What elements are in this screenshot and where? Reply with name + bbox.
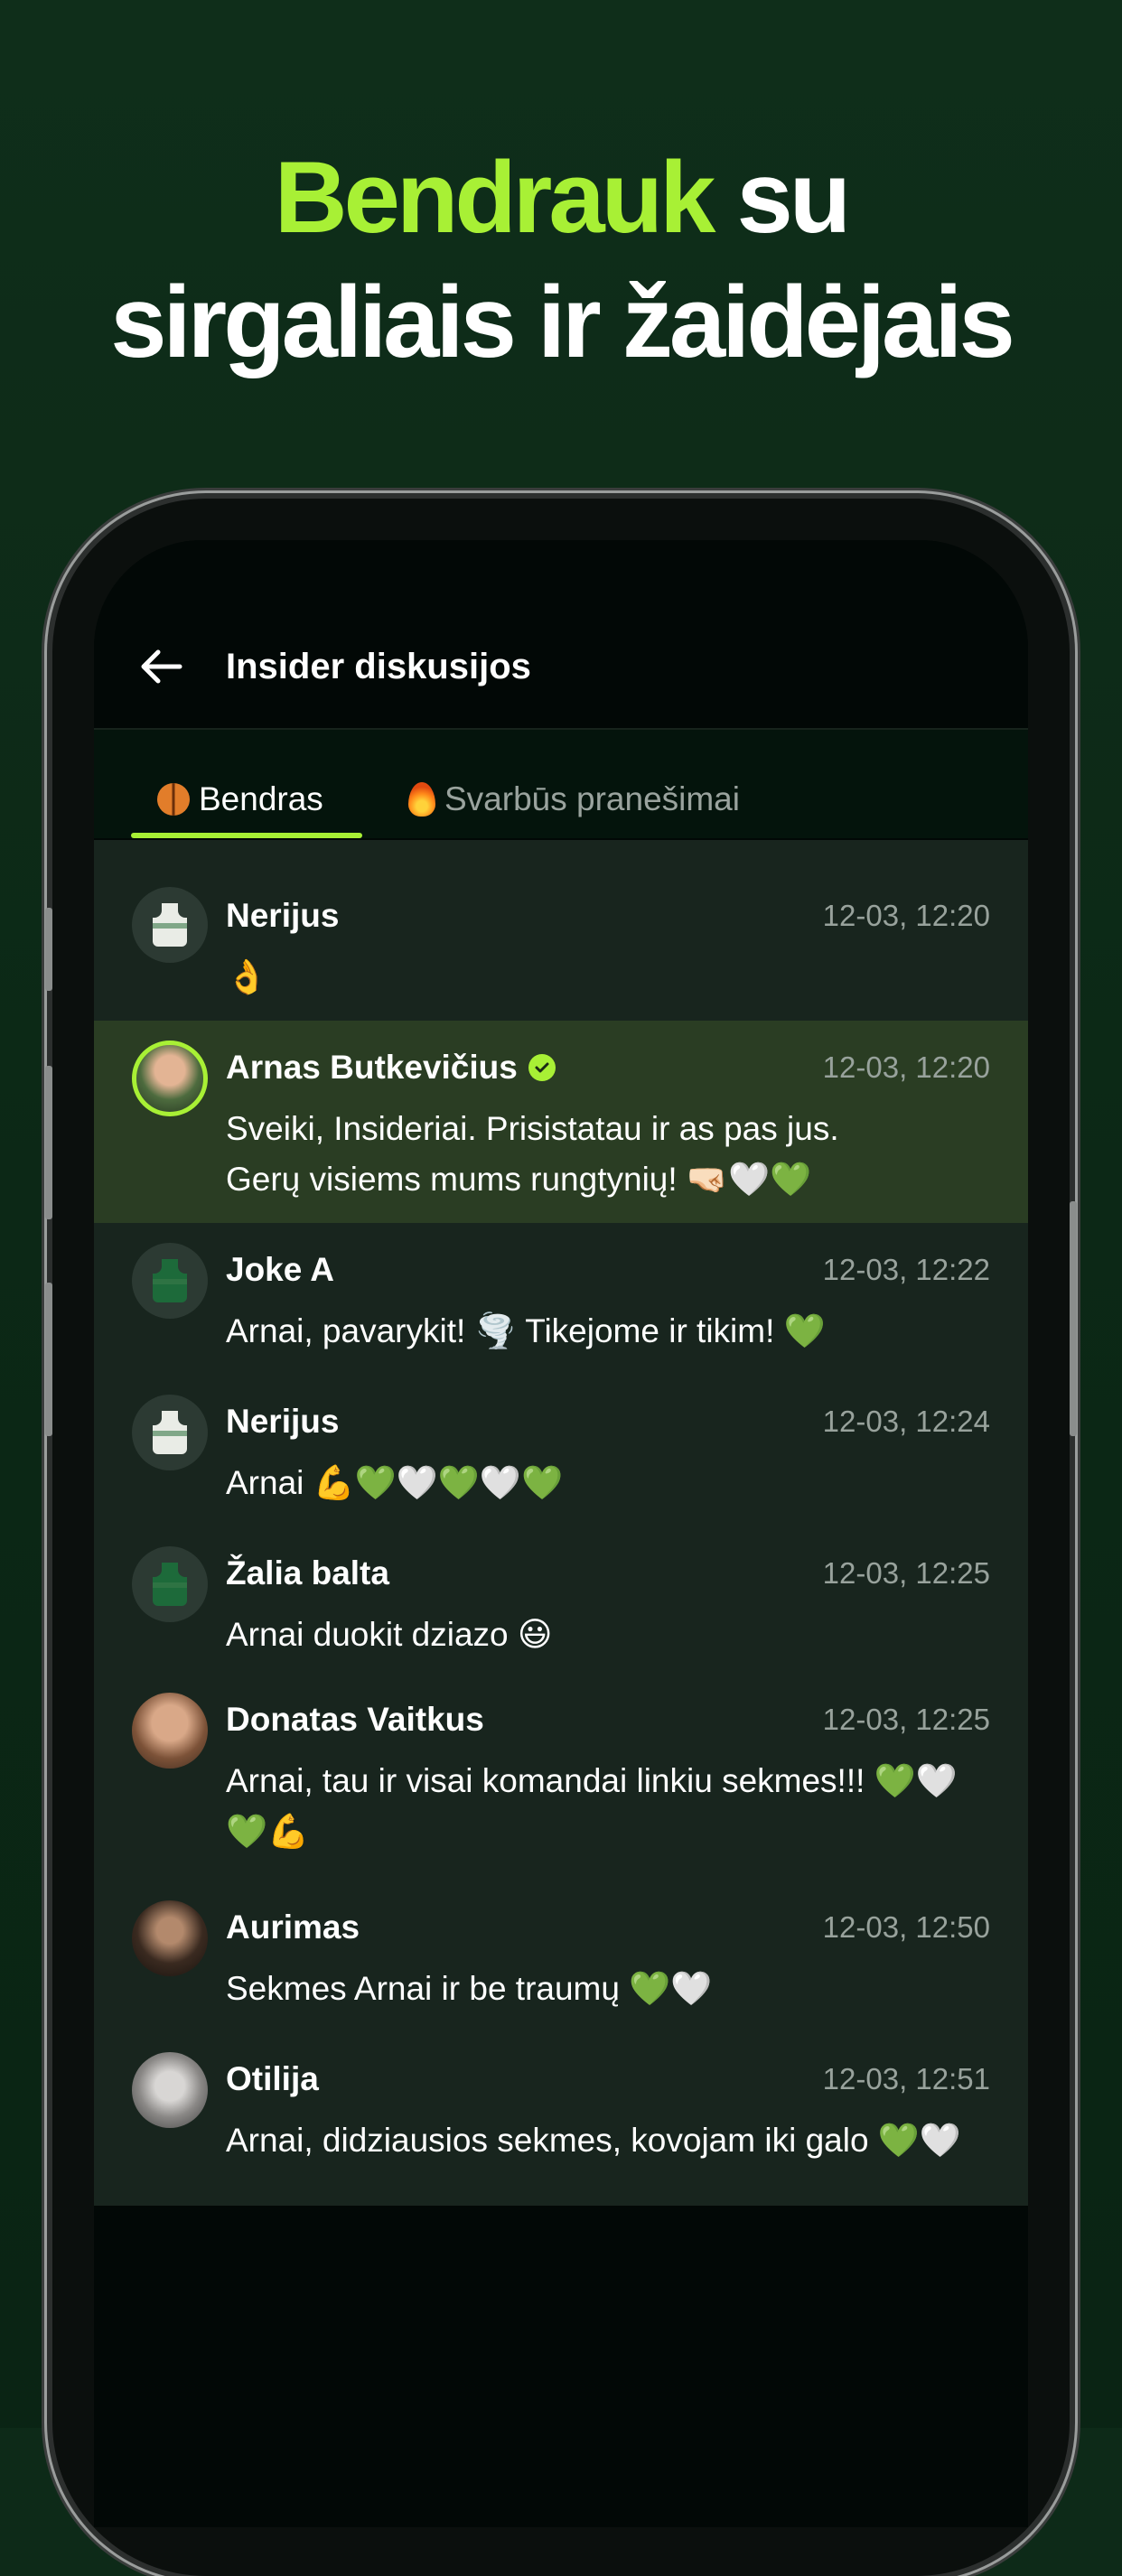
tab-label: Bendras (199, 780, 323, 817)
page-title: Insider diskusijos (226, 647, 531, 686)
tab-label: Svarbūs pranešimai (444, 780, 740, 817)
message-author[interactable]: Nerijus (226, 894, 339, 938)
message-text: Sveiki, Insideriai. Prisistatau ir as pa… (226, 1110, 839, 1198)
message-author[interactable]: Donatas Vaitkus (226, 1698, 484, 1741)
message-text: Arnai, didziausios sekmes, kovojam iki g… (226, 2122, 961, 2159)
message-item[interactable]: Nerijus 12-03, 12:24 Arnai 💪💚🤍💚🤍💚 (94, 1375, 1028, 1526)
message-item[interactable]: Žalia balta 12-03, 12:25 Arnai duokit dz… (94, 1526, 1028, 1678)
bottom-empty-area (94, 2206, 1028, 2527)
tab-bendras[interactable]: Bendras (157, 777, 323, 822)
jersey-icon (153, 903, 187, 947)
verified-badge-icon (528, 1054, 556, 1081)
message-time: 12-03, 12:51 (822, 2062, 990, 2095)
message-item[interactable]: Otilija 12-03, 12:51 Arnai, didziausios … (94, 2032, 1028, 2206)
avatar[interactable] (132, 2052, 208, 2128)
phone-volume-down-button (45, 1283, 52, 1436)
jersey-icon (153, 1563, 187, 1606)
phone-side-button (45, 908, 52, 991)
message-time: 12-03, 12:20 (822, 899, 990, 932)
message-author[interactable]: Arnas Butkevičius (226, 1046, 556, 1089)
message-time: 12-03, 12:20 (822, 1050, 990, 1084)
active-tab-indicator (131, 833, 362, 838)
tab-svarbus-pranesimai[interactable]: Svarbūs pranešimai (408, 777, 740, 822)
headline-line2: sirgaliais ir žaidėjais (110, 266, 1014, 378)
phone-power-button (1070, 1201, 1077, 1436)
avatar[interactable] (132, 887, 208, 963)
jersey-icon (153, 1411, 187, 1454)
message-text: 👌 (226, 958, 268, 995)
message-author[interactable]: Aurimas (226, 1906, 360, 1949)
jersey-icon (153, 1259, 187, 1302)
headline: Bendrauk su sirgaliais ir žaidėjais (0, 135, 1122, 385)
message-author[interactable]: Žalia balta (226, 1552, 389, 1595)
tab-bar: Bendras Svarbūs pranešimai (94, 730, 1028, 838)
message-feed: Nerijus 12-03, 12:20 👌 Arnas Butkevičius… (94, 840, 1028, 2206)
avatar[interactable] (132, 1900, 208, 1976)
message-time: 12-03, 12:50 (822, 1910, 990, 1944)
message-item[interactable]: Joke A 12-03, 12:22 Arnai, pavarykit! 🌪️… (94, 1223, 1028, 1375)
headline-accent: Bendrauk (274, 141, 716, 254)
message-time: 12-03, 12:22 (822, 1253, 990, 1286)
message-item[interactable]: Nerijus 12-03, 12:20 👌 (94, 840, 1028, 1021)
message-text: Arnai 💪💚🤍💚🤍💚 (226, 1464, 564, 1501)
avatar[interactable] (132, 1546, 208, 1622)
message-text: Arnai duokit dziazo 😃 (226, 1616, 553, 1653)
headline-rest: su (712, 141, 851, 254)
back-button[interactable] (134, 639, 188, 694)
phone-volume-up-button (45, 1066, 52, 1219)
message-time: 12-03, 12:24 (822, 1405, 990, 1438)
message-text: Arnai, pavarykit! 🌪️ Tikejome ir tikim! … (226, 1312, 826, 1349)
fire-icon (408, 782, 435, 817)
message-text: Sekmes Arnai ir be traumų 💚🤍 (226, 1970, 713, 2007)
avatar[interactable] (132, 1041, 208, 1116)
message-author[interactable]: Joke A (226, 1248, 334, 1292)
message-item[interactable]: Aurimas 12-03, 12:50 Sekmes Arnai ir be … (94, 1881, 1028, 2032)
message-author[interactable]: Otilija (226, 2058, 319, 2101)
avatar[interactable] (132, 1395, 208, 1470)
message-time: 12-03, 12:25 (822, 1556, 990, 1590)
message-time: 12-03, 12:25 (822, 1703, 990, 1736)
phone-screen: Insider diskusijos Bendras Svarbūs prane… (94, 540, 1028, 2527)
top-bar: Insider diskusijos (94, 540, 1028, 728)
arrow-left-icon (141, 649, 182, 684)
author-name: Arnas Butkevičius (226, 1049, 518, 1086)
basketball-icon (157, 783, 190, 816)
avatar[interactable] (132, 1693, 208, 1769)
message-item[interactable]: Donatas Vaitkus 12-03, 12:25 Arnai, tau … (94, 1678, 1028, 1881)
message-author[interactable]: Nerijus (226, 1400, 339, 1443)
message-item-highlighted[interactable]: Arnas Butkevičius 12-03, 12:20 Sveiki, I… (94, 1021, 1028, 1223)
avatar[interactable] (132, 1243, 208, 1319)
message-text: Arnai, tau ir visai komandai linkiu sekm… (226, 1762, 958, 1850)
